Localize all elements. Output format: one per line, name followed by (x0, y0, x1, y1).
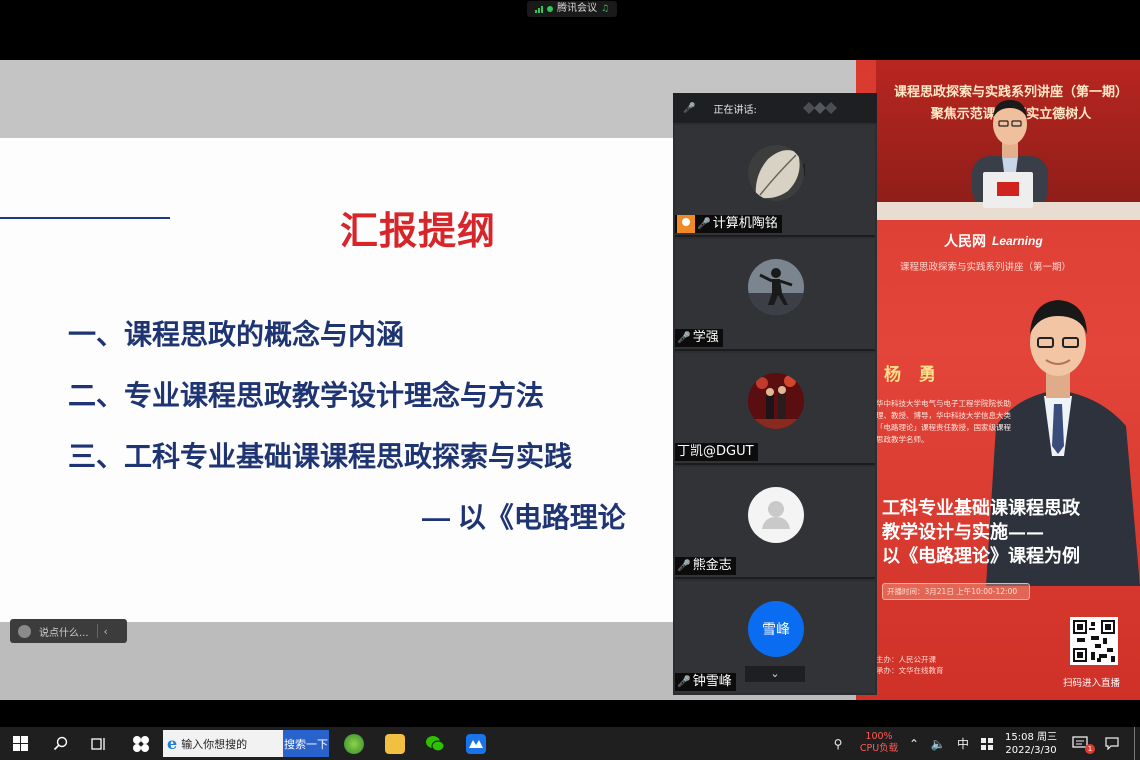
pinwheel-app-icon[interactable] (123, 727, 159, 760)
ie-browser-icon: e (167, 734, 178, 753)
now-speaking-label: 正在讲话: (713, 104, 757, 116)
meeting-top-bar: 腾讯会议 ♫ (0, 0, 1140, 60)
people-logo: 人民网 (944, 234, 986, 250)
ime-grid-icon[interactable] (978, 727, 996, 760)
clock-time: 15:08 周三 (1005, 732, 1057, 743)
notification-center-icon[interactable]: 1 (1072, 735, 1095, 754)
organizer-info: 主办：人民公开课 承办：文华在线教育 (876, 654, 944, 676)
avatar (748, 145, 804, 201)
slide-rule (0, 217, 170, 219)
participant-name-tag: 🎤 熊金志 (675, 557, 736, 575)
speaker-bio: 华中科技大学电气与电子工程学院院长助理、教授、博导，华中科技大学信息大类「电路理… (876, 399, 1011, 444)
taskbar-search-input[interactable]: e 输入你想搜的 (163, 730, 283, 757)
cpu-label: CPU负载 (859, 743, 899, 754)
talk-title: 工科专业基础课课程思政 教学设计与实施—— 以《电路理论》课程为例 (882, 497, 1080, 569)
signal-icon (535, 5, 543, 13)
search-placeholder: 输入你想搜的 (181, 737, 248, 751)
outline-subnote: — 以《电路理论 (422, 502, 626, 533)
sponsor-logos: 人民网 Learning (944, 231, 1043, 251)
participant-name: 钟雪峰 (692, 674, 732, 689)
speaker-video-poster: 课程思政探索与实践系列讲座（第一期） 聚焦示范课程 落实立德树人 人民网 Lea… (856, 60, 1140, 700)
action-center-icon[interactable] (1102, 727, 1122, 760)
host-badge-icon (677, 215, 695, 233)
task-view-icon[interactable] (81, 727, 117, 760)
mic-muted-icon: 🎤 (697, 217, 711, 230)
volume-icon[interactable]: 🔈 (928, 727, 948, 760)
participant-tile[interactable]: 🎤 学强 (675, 239, 875, 351)
meeting-app-name: 腾讯会议 (557, 3, 597, 14)
microphone-icon: 🎤 (683, 102, 696, 114)
cpu-percent: 100% (865, 731, 893, 742)
laptop-icon (983, 172, 1033, 208)
laptop-logo-icon (997, 182, 1019, 196)
cpu-load-indicator[interactable]: 100% CPU负载 (858, 731, 900, 755)
participant-name-tag: 丁凯@DGUT (675, 443, 758, 461)
participant-name: 学强 (692, 330, 719, 345)
participant-name-tag: 🎤 学强 (675, 329, 723, 347)
mic-muted-icon: 🎤 (677, 559, 691, 572)
talk-title-line-3: 以《电路理论》课程为例 (882, 546, 1080, 567)
speaker-volume-icon: ♫ (601, 4, 610, 14)
outline-item-1: 一、课程思政的概念与内涵 (68, 319, 405, 350)
meeting-status-pill[interactable]: 腾讯会议 ♫ (527, 1, 618, 17)
speaker-video: 课程思政探索与实践系列讲座（第一期） 聚焦示范课程 落实立德树人 (876, 60, 1140, 220)
participant-tile[interactable]: ⌃ 🎤 计算机陶铭 (675, 125, 875, 237)
emoji-icon[interactable] (18, 624, 31, 638)
participant-name: 丁凯@DGUT (677, 444, 754, 459)
show-hidden-icons-chevron-icon[interactable]: ⌃ (905, 727, 923, 760)
participant-tile[interactable]: 🎤 熊金志 (675, 467, 875, 579)
default-avatar-icon (748, 487, 804, 543)
browser-360-icon[interactable] (344, 734, 364, 754)
notification-badge: 1 (1085, 744, 1095, 754)
outline-item-2: 二、专业课程思政教学设计理念与方法 (68, 380, 545, 411)
participant-name: 计算机陶铭 (712, 216, 778, 231)
organizer-line-1: 主办：人民公开课 (876, 655, 936, 664)
lecture-series: 课程思政探索与实践系列讲座（第一期） (900, 262, 1072, 273)
scroll-down-chevron-icon[interactable]: ⌄ (745, 666, 805, 682)
talk-title-line-1: 工科专业基础课课程思政 (882, 498, 1080, 519)
participant-tile[interactable]: 丁凯@DGUT (675, 353, 875, 465)
system-clock[interactable]: 15:08 周三 2022/3/30 (1003, 731, 1059, 757)
collapse-chevron-icon[interactable]: ‹ (104, 625, 108, 638)
participant-name-tag: 🎤 钟雪峰 (675, 673, 736, 691)
participant-panel: 🎤 正在讲话: ⌃ 🎤 计算机陶铭 (673, 93, 877, 695)
chat-divider (96, 624, 98, 638)
tencent-meeting-app-icon[interactable] (466, 734, 486, 754)
avatar: 雪峰 (748, 601, 804, 657)
participant-name: 熊金志 (692, 558, 732, 573)
qr-code-icon (1070, 617, 1118, 665)
learning-logo: Learning (992, 234, 1043, 248)
tencent-meeting-logo-icon (803, 102, 837, 114)
mic-muted-icon: 🎤 (677, 675, 691, 688)
clock-date: 2022/3/30 (1005, 745, 1057, 756)
search-icon[interactable] (42, 727, 78, 760)
outline-item-3: 三、工科专业基础课课程思政探索与实践 (68, 441, 573, 472)
speaker-name: 杨 勇 (884, 365, 942, 385)
recording-dot-icon (547, 6, 553, 12)
slide-title: 汇报提纲 (340, 211, 497, 253)
search-button[interactable]: 搜索一下 (283, 730, 329, 757)
now-speaking-header: 🎤 正在讲话: (673, 93, 877, 123)
participant-name-tag: 🎤 计算机陶铭 (675, 215, 782, 233)
people-icon[interactable]: ⚲ (828, 727, 848, 760)
qr-label: 扫码进入直播 (1063, 678, 1121, 689)
avatar (748, 259, 804, 315)
windows-start-icon[interactable] (2, 727, 38, 760)
avatar (748, 373, 804, 429)
screen: 腾讯会议 ♫ 汇报提纲 一、课程思政的概念与内涵 二、专业课程思政教学设计理念与… (0, 0, 1140, 760)
file-explorer-icon[interactable] (385, 734, 405, 754)
show-desktop-button[interactable] (1134, 727, 1138, 760)
chat-input[interactable]: 说点什么... ‹ (10, 619, 127, 643)
chat-placeholder: 说点什么... (39, 627, 89, 639)
windows-taskbar: e 输入你想搜的 搜索一下 ⚲ 100% CPU负载 ⌃ 🔈 中 15:08 周… (0, 727, 1140, 760)
organizer-line-2: 承办：文华在线教育 (876, 666, 944, 675)
wechat-icon[interactable] (425, 734, 445, 754)
mic-muted-icon: 🎤 (677, 331, 691, 344)
broadcast-time: 开播时间：3月21日 上午10:00-12:00 (882, 583, 1030, 600)
ime-indicator[interactable]: 中 (953, 727, 973, 760)
talk-title-line-2: 教学设计与实施—— (882, 522, 1044, 543)
